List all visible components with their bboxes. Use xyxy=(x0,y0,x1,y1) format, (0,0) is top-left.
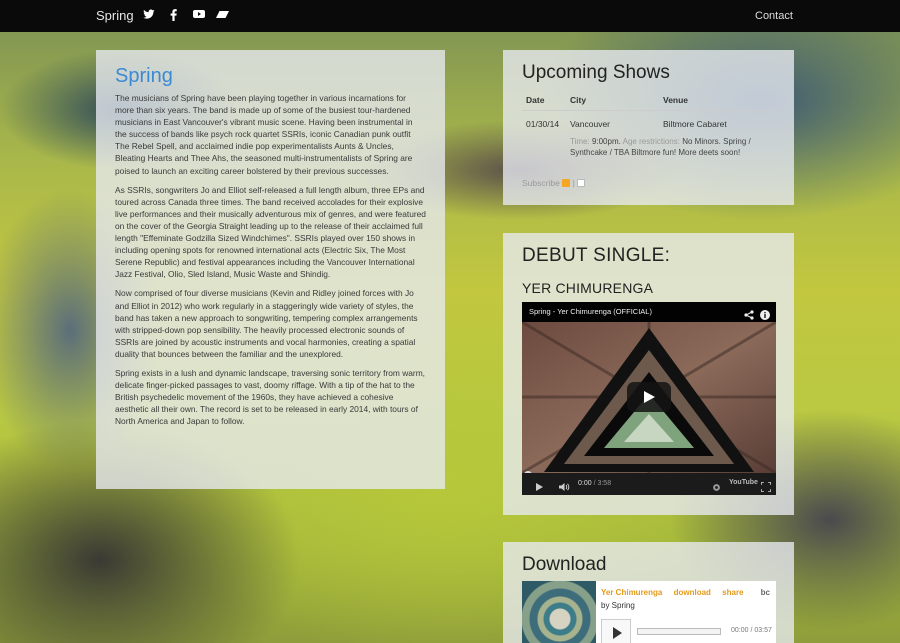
age-label: Age restrictions: xyxy=(622,137,680,146)
bc-current-time: 00:00 xyxy=(731,627,749,634)
play-icon xyxy=(613,627,622,639)
bc-download-link[interactable]: download xyxy=(674,588,711,597)
facebook-icon[interactable] xyxy=(170,9,177,23)
about-paragraph: Spring exists in a lush and dynamic land… xyxy=(115,367,426,427)
about-title: Spring xyxy=(115,65,173,87)
duration: 3:58 xyxy=(597,480,612,487)
shows-title: Upcoming Shows xyxy=(522,62,670,83)
bandcamp-player: Yer Chimurenga download share bc by Spri… xyxy=(522,581,776,643)
single-heading: DEBUT SINGLE: xyxy=(522,245,671,266)
bc-play-button[interactable] xyxy=(601,619,631,643)
top-navbar: Spring Contact xyxy=(0,0,900,32)
video-title-bar: Spring - Yer Chimurenga (OFFICIAL) xyxy=(522,302,776,322)
volume-icon[interactable] xyxy=(558,479,570,495)
settings-icon[interactable] xyxy=(712,479,721,495)
calendar-icon[interactable] xyxy=(577,179,586,187)
age-value: No Minors. xyxy=(682,137,721,146)
video-title: Spring - Yer Chimurenga (OFFICIAL) xyxy=(529,307,652,316)
column-header-venue: Venue xyxy=(659,93,776,111)
share-icon[interactable] xyxy=(744,307,754,325)
rss-icon[interactable] xyxy=(562,179,571,187)
download-panel: Download Yer Chimurenga download share b… xyxy=(503,542,794,643)
play-icon xyxy=(644,391,655,403)
bc-share-link[interactable]: share xyxy=(722,588,743,597)
video-time: 0:00 / 3:58 xyxy=(578,480,612,487)
about-paragraph: The musicians of Spring have been playin… xyxy=(115,93,413,176)
column-header-city: City xyxy=(566,93,659,111)
shows-table: Date City Venue 01/30/14 Vancouver Biltm… xyxy=(522,93,776,133)
column-header-date: Date xyxy=(522,93,566,111)
youtube-icon[interactable] xyxy=(193,9,205,23)
subscribe-separator: | xyxy=(572,178,575,188)
video-controls: 0:00 / 3:58 YouTube xyxy=(522,473,776,495)
upcoming-shows-panel: Upcoming Shows Date City Venue 01/30/14 … xyxy=(503,50,794,205)
bc-duration: 03:57 xyxy=(754,627,772,634)
about-paragraph: Now comprised of four diverse musicians … xyxy=(115,288,418,359)
show-venue: Biltmore Cabaret xyxy=(663,119,727,129)
bandcamp-icon[interactable] xyxy=(216,9,229,23)
play-control-icon[interactable] xyxy=(535,479,544,495)
show-date: 01/30/14 xyxy=(526,119,560,129)
fullscreen-icon[interactable] xyxy=(760,479,772,495)
youtube-video-player[interactable]: Spring - Yer Chimurenga (OFFICIAL) 0:00 … xyxy=(522,302,776,495)
twitter-icon[interactable] xyxy=(143,9,155,23)
current-time: 0:00 xyxy=(578,480,592,487)
play-button[interactable] xyxy=(627,382,671,412)
bc-time: 00:00 / 03:57 xyxy=(731,627,772,634)
debut-single-panel: DEBUT SINGLE: YER CHIMURENGA Spring - Ye… xyxy=(503,233,794,515)
album-art[interactable] xyxy=(522,581,596,643)
info-icon[interactable] xyxy=(760,307,770,325)
time-value: 9:00pm. xyxy=(591,137,621,146)
subscribe-label: Subscribe xyxy=(522,178,560,188)
bc-track-links: Yer Chimurenga download share xyxy=(601,588,753,597)
bandcamp-logo[interactable]: bc xyxy=(761,588,770,597)
single-song-title: YER CHIMURENGA xyxy=(522,280,654,296)
brand-logo[interactable]: Spring xyxy=(96,8,134,23)
youtube-logo[interactable]: YouTube xyxy=(729,479,758,486)
about-paragraph: As SSRIs, songwriters Jo and Elliot self… xyxy=(115,184,426,280)
about-panel: Spring The musicians of Spring have been… xyxy=(96,50,445,489)
bc-track-title[interactable]: Yer Chimurenga xyxy=(601,588,662,597)
contact-link[interactable]: Contact xyxy=(755,10,793,22)
bc-artist[interactable]: by Spring xyxy=(601,601,635,610)
download-title: Download xyxy=(522,554,607,575)
bc-progress-bar[interactable] xyxy=(637,628,721,635)
show-city: Vancouver xyxy=(570,119,611,129)
time-label: Time: xyxy=(570,137,590,146)
show-details: Time: 9:00pm. Age restrictions: No Minor… xyxy=(570,136,775,158)
table-row[interactable]: 01/30/14 Vancouver Biltmore Cabaret xyxy=(522,111,776,134)
table-header-row: Date City Venue xyxy=(522,93,776,111)
subscribe-row: Subscribe | xyxy=(522,178,775,188)
